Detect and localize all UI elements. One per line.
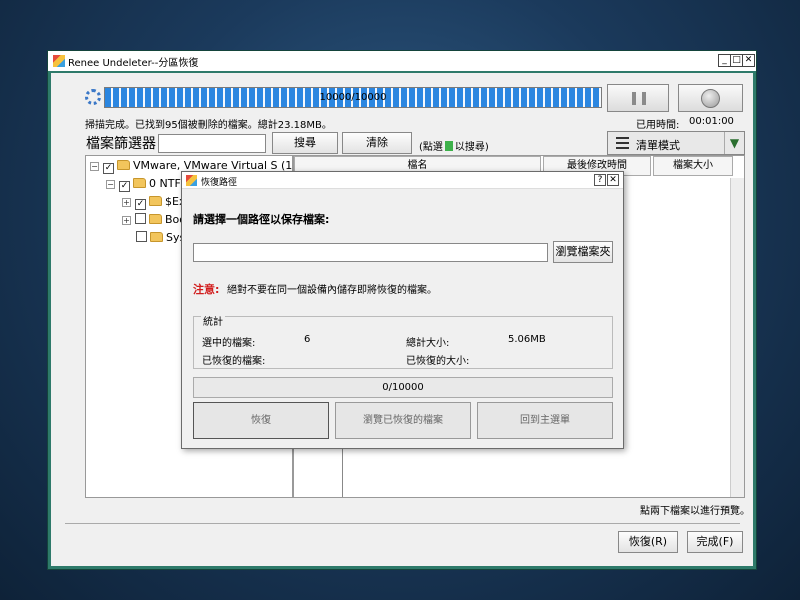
elapsed-time-value: 00:01:00: [689, 116, 734, 127]
loading-spinner-icon: [85, 89, 101, 105]
clear-button[interactable]: 清除: [342, 132, 412, 154]
tree-item-folder[interactable]: + ✓ $Ex: [122, 195, 185, 211]
expand-icon[interactable]: +: [122, 198, 131, 207]
recovery-path-dialog: 恢復路徑 ? ✕ 請選擇一個路徑以保存檔案: 瀏覽檔案夾 注意: 絕對不要在同一…: [181, 171, 624, 449]
statistics-title: 統計: [201, 313, 225, 328]
collapse-icon[interactable]: −: [90, 162, 99, 171]
scan-progress-text: 10000/10000: [319, 92, 387, 103]
tree-item-folder[interactable]: Sys: [136, 231, 185, 247]
statistics-group: 統計 選中的檔案: 6 總計大小: 5.06MB 已恢復的檔案: 已恢復的大小:: [193, 313, 613, 369]
folder-icon: [149, 196, 162, 206]
expand-icon[interactable]: +: [122, 216, 131, 225]
search-hint-prefix: (點選: [419, 142, 443, 153]
search-hint: (點選 以搜尋): [419, 138, 489, 153]
start-recover-button[interactable]: 恢復: [193, 402, 329, 439]
folder-icon: [117, 160, 130, 170]
view-mode-value: 清單模式: [636, 139, 680, 152]
back-to-main-button[interactable]: 回到主選單: [477, 402, 613, 439]
collapse-icon[interactable]: −: [106, 180, 115, 189]
warning-text: 絕對不要在同一個設備內儲存即將恢復的檔案。: [227, 285, 437, 296]
selected-files-value: 6: [304, 334, 311, 345]
tree-checkbox[interactable]: [135, 213, 146, 224]
browse-recovered-button[interactable]: 瀏覽已恢復的檔案: [335, 402, 471, 439]
recovered-files-label: 已恢復的檔案:: [202, 356, 266, 367]
stop-button[interactable]: [678, 84, 743, 112]
pause-button[interactable]: [607, 84, 669, 112]
total-size-value: 5.06MB: [508, 334, 546, 345]
scan-progress-bar: 10000/10000: [104, 87, 602, 108]
browse-folder-button[interactable]: 瀏覽檔案夾: [553, 241, 613, 263]
tree-checkbox[interactable]: ✓: [103, 163, 114, 174]
selected-files-label: 選中的檔案:: [202, 338, 256, 349]
path-prompt: 請選擇一個路徑以保存檔案:: [193, 213, 330, 226]
folder-icon: [150, 232, 163, 242]
folder-open-icon: [133, 178, 146, 188]
preview-hint: 點兩下檔案以進行預覽。: [640, 506, 750, 517]
scan-status-text: 掃描完成。已找到95個被刪除的檔案。總計23.18MB。: [85, 120, 332, 131]
tree-checkbox[interactable]: ✓: [119, 181, 130, 192]
dropdown-arrow-icon[interactable]: ▼: [724, 132, 744, 154]
tree-checkbox[interactable]: [136, 231, 147, 242]
title-bar[interactable]: Renee Undeleter--分區恢復 _ □ ✕: [48, 51, 756, 71]
leaf-icon: [444, 141, 453, 151]
tree-item-folder[interactable]: + Boo: [122, 213, 186, 229]
view-mode-select[interactable]: 清單模式 ▼: [607, 131, 745, 155]
pause-icon: [632, 92, 646, 105]
column-header-size[interactable]: 檔案大小: [653, 156, 733, 176]
tree-item-partition[interactable]: − ✓ 0 NTFS: [106, 177, 188, 193]
help-button[interactable]: ?: [594, 174, 606, 186]
warning-label: 注意:: [193, 283, 220, 296]
total-size-label: 總計大小:: [406, 338, 450, 349]
search-hint-suffix: 以搜尋): [454, 142, 489, 153]
recovered-size-label: 已恢復的大小:: [406, 356, 470, 367]
file-filter-label: 檔案篩選器: [86, 136, 156, 152]
elapsed-time-label: 已用時間:: [636, 120, 680, 131]
divider: [65, 523, 740, 524]
list-view-icon: [616, 137, 629, 149]
recovery-progress-bar: 0/10000: [193, 377, 613, 398]
file-filter-input[interactable]: [158, 134, 266, 153]
recover-button[interactable]: 恢復(R): [618, 531, 678, 553]
save-path-input[interactable]: [193, 243, 548, 262]
dialog-title-bar[interactable]: 恢復路徑 ? ✕: [182, 172, 623, 189]
finish-button[interactable]: 完成(F): [687, 531, 743, 553]
dialog-close-button[interactable]: ✕: [607, 174, 619, 186]
tree-checkbox[interactable]: ✓: [135, 199, 146, 210]
app-logo-icon: [53, 55, 65, 67]
search-button[interactable]: 搜尋: [272, 132, 338, 154]
app-logo-icon: [186, 175, 197, 186]
stop-icon: [701, 89, 720, 108]
list-scrollbar[interactable]: [730, 178, 744, 497]
close-button[interactable]: ✕: [742, 54, 755, 67]
window-title: Renee Undeleter--分區恢復: [68, 58, 199, 69]
folder-icon: [149, 214, 162, 224]
dialog-title: 恢復路徑: [201, 178, 238, 188]
